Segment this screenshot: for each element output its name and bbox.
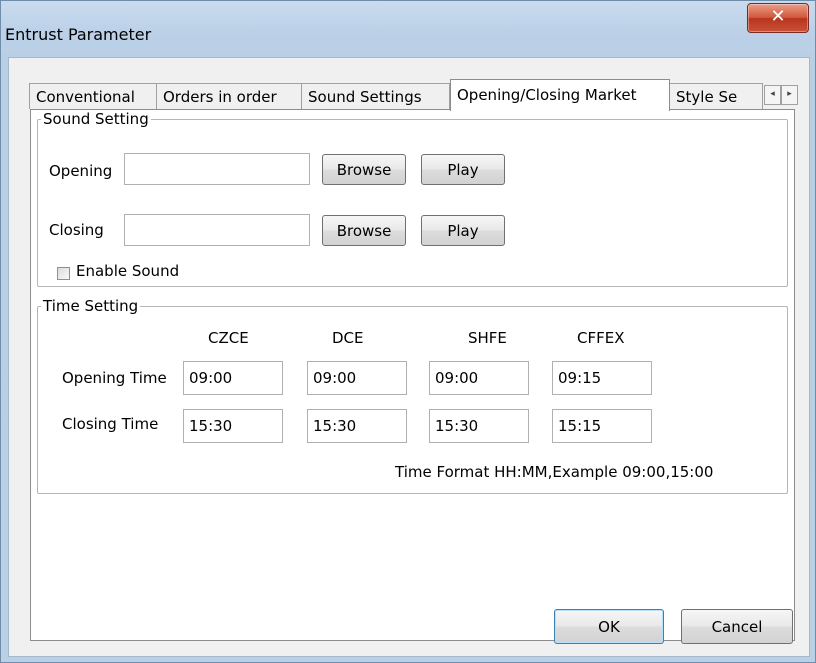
chevron-right-icon: ▸ <box>787 89 792 99</box>
tab-scroll-right-button[interactable]: ▸ <box>781 85 798 105</box>
tab-strip: Conventional Orders in order Sound Setti… <box>29 79 801 111</box>
opening-time-cffex-input[interactable] <box>552 361 652 395</box>
enable-sound-checkbox[interactable] <box>57 267 70 280</box>
exchange-header-cffex: CFFEX <box>577 329 625 347</box>
dialog-window: Entrust Parameter ✕ Conventional Orders … <box>0 0 816 663</box>
dialog-body: Conventional Orders in order Sound Setti… <box>8 57 810 657</box>
opening-time-shfe-input[interactable] <box>429 361 529 395</box>
enable-sound-label[interactable]: Enable Sound <box>76 262 179 280</box>
opening-browse-button[interactable]: Browse <box>322 154 406 185</box>
close-icon: ✕ <box>770 6 786 27</box>
closing-time-shfe-input[interactable] <box>429 409 529 443</box>
closing-browse-button[interactable]: Browse <box>322 215 406 246</box>
tab-label: Sound Settings <box>308 88 422 106</box>
tab-sound-settings[interactable]: Sound Settings <box>301 83 450 109</box>
opening-sound-input[interactable] <box>124 153 310 185</box>
opening-time-label: Opening Time <box>62 369 167 387</box>
opening-sound-label: Opening <box>49 162 113 180</box>
time-format-hint: Time Format HH:MM,Example 09:00,15:00 <box>395 463 714 481</box>
closing-play-button[interactable]: Play <box>421 215 505 246</box>
tab-label: Orders in order <box>163 88 277 106</box>
closing-sound-input[interactable] <box>124 214 310 246</box>
tab-orders-in-order[interactable]: Orders in order <box>156 83 302 109</box>
opening-time-czce-input[interactable] <box>183 361 283 395</box>
tab-label: Conventional <box>36 88 135 106</box>
exchange-header-czce: CZCE <box>208 329 249 347</box>
sound-setting-group: Sound Setting <box>37 110 788 287</box>
tab-style-settings[interactable]: Style Se <box>669 83 763 109</box>
opening-time-dce-input[interactable] <box>307 361 407 395</box>
closing-time-cffex-input[interactable] <box>552 409 652 443</box>
tab-panel: Sound Setting Opening Browse Play Closin… <box>30 109 795 641</box>
chevron-left-icon: ◂ <box>770 89 775 99</box>
window-title: Entrust Parameter <box>5 25 152 44</box>
opening-play-button[interactable]: Play <box>421 154 505 185</box>
exchange-header-shfe: SHFE <box>468 329 507 347</box>
close-button[interactable]: ✕ <box>747 3 809 33</box>
ok-button[interactable]: OK <box>554 609 664 644</box>
closing-time-dce-input[interactable] <box>307 409 407 443</box>
tab-opening-closing-market[interactable]: Opening/Closing Market <box>450 79 670 111</box>
time-setting-legend: Time Setting <box>43 297 139 315</box>
title-bar[interactable]: Entrust Parameter ✕ <box>1 1 815 57</box>
tab-conventional[interactable]: Conventional <box>29 83 157 109</box>
closing-time-czce-input[interactable] <box>183 409 283 443</box>
sound-setting-legend: Sound Setting <box>43 110 149 128</box>
tab-label: Style Se <box>676 88 738 106</box>
tab-scroll-left-button[interactable]: ◂ <box>764 85 781 105</box>
closing-time-label: Closing Time <box>62 415 159 433</box>
exchange-header-dce: DCE <box>332 329 364 347</box>
tab-label: Opening/Closing Market <box>457 86 637 104</box>
closing-sound-label: Closing <box>49 221 104 239</box>
cancel-button[interactable]: Cancel <box>681 609 793 644</box>
